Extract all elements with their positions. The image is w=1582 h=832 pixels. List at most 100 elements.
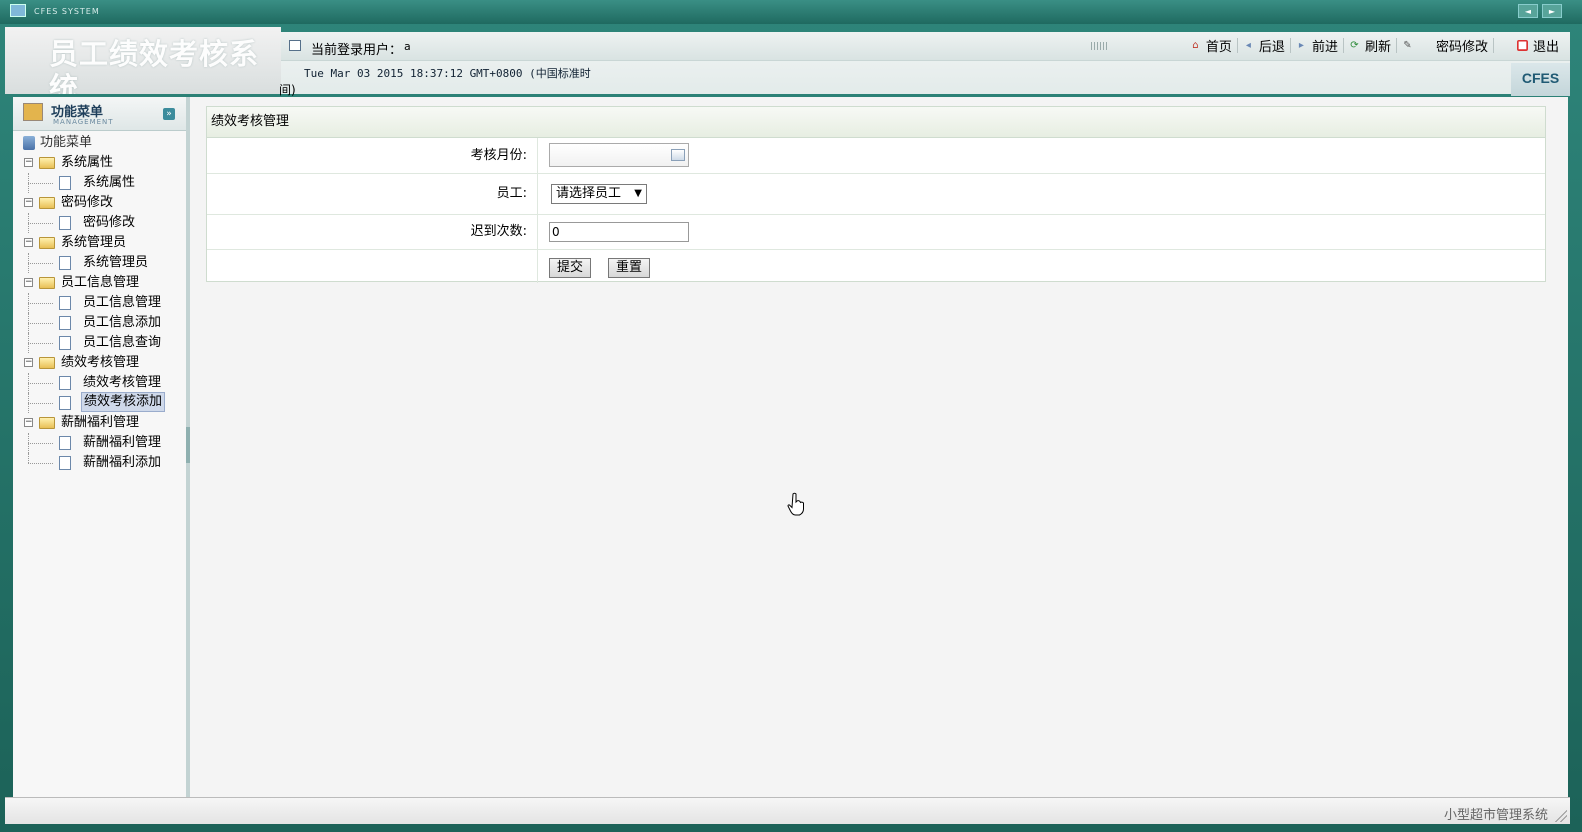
tree-line xyxy=(28,183,53,185)
tree-group-label: 系统管理员 xyxy=(61,235,127,250)
edit-icon: ✎ xyxy=(1403,40,1412,51)
late-count-label: 迟到次数: xyxy=(207,215,538,249)
tree-item-label[interactable]: 薪酬福利管理 xyxy=(81,433,163,453)
panel-title: 绩效考核管理 xyxy=(207,107,1545,138)
tree-group-admin[interactable]: − 系统管理员 xyxy=(21,233,181,253)
collapse-icon[interactable]: − xyxy=(24,278,33,287)
tree-group-system-properties[interactable]: − 系统属性 xyxy=(21,153,181,173)
menu-icon xyxy=(23,103,43,121)
window-prev-button[interactable]: ◄ xyxy=(1518,4,1538,18)
folder-icon xyxy=(39,417,55,429)
tree-item[interactable]: 员工信息添加 xyxy=(21,313,181,333)
tree-item-label[interactable]: 密码修改 xyxy=(81,213,137,233)
forward-icon: ▸ xyxy=(1298,40,1304,51)
calendar-icon[interactable] xyxy=(671,149,685,161)
refresh-icon: ⟳ xyxy=(1350,40,1359,51)
folder-icon xyxy=(39,237,55,249)
current-user-value: a xyxy=(404,40,411,53)
collapse-icon[interactable]: » xyxy=(163,108,175,120)
header-links: ⌂ 首页 ◂ 后退 ▸ 前进 ⟳ 刷新 ✎ 密码修改 ■ 退出 xyxy=(1185,38,1564,55)
folder-icon xyxy=(39,357,55,369)
grip-icon xyxy=(1091,42,1107,50)
change-password-link[interactable]: ✎ 密码修改 xyxy=(1397,38,1494,55)
tree-line xyxy=(28,263,53,265)
home-icon: ⌂ xyxy=(1192,40,1199,51)
home-link-label: 首页 xyxy=(1205,40,1232,55)
month-label: 考核月份: xyxy=(207,138,538,173)
tree-item[interactable]: 系统属性 xyxy=(21,173,181,193)
page-icon xyxy=(59,256,71,270)
tree-item[interactable]: 密码修改 xyxy=(21,213,181,233)
monitor-icon xyxy=(10,4,26,17)
status-text: 小型超市管理系统 xyxy=(1443,808,1548,823)
forward-link-label: 前进 xyxy=(1311,40,1338,55)
change-password-link-label: 密码修改 xyxy=(1435,40,1488,55)
employee-select[interactable]: 请选择员工 ▼ xyxy=(551,184,647,204)
tree-group-label: 员工信息管理 xyxy=(61,275,140,290)
form-panel: 绩效考核管理 考核月份: 员工: 请选择员工 ▼ 迟到次数: 0 提交 重置 xyxy=(206,106,1546,283)
user-icon xyxy=(289,40,301,51)
tree-item-label[interactable]: 绩效考核添加 xyxy=(81,392,166,412)
hand-cursor-icon xyxy=(787,492,804,516)
form-row-late: 迟到次数: 0 xyxy=(207,215,1545,250)
home-link[interactable]: ⌂ 首页 xyxy=(1185,38,1238,55)
logout-link[interactable]: ■ 退出 xyxy=(1512,38,1564,55)
window-next-button[interactable]: ► xyxy=(1542,4,1562,18)
tree-item[interactable]: 员工信息管理 xyxy=(21,293,181,313)
back-link[interactable]: ◂ 后退 xyxy=(1238,38,1291,55)
form-row-employee: 员工: 请选择员工 ▼ xyxy=(207,174,1545,215)
collapse-icon[interactable]: − xyxy=(24,358,33,367)
tree-item[interactable]: 员工信息查询 xyxy=(21,333,181,353)
page-icon xyxy=(59,316,71,330)
status-bar: 小型超市管理系统 xyxy=(5,797,1570,824)
page-icon xyxy=(59,376,71,390)
tree-item[interactable]: 绩效考核管理 xyxy=(21,373,181,393)
tree-item-selected[interactable]: 绩效考核添加 xyxy=(21,392,181,413)
tree-item-label[interactable]: 员工信息添加 xyxy=(81,313,163,333)
actions-label-cell xyxy=(207,250,538,283)
tree-group-salary[interactable]: − 薪酬福利管理 xyxy=(21,413,181,433)
tree-item-label[interactable]: 薪酬福利添加 xyxy=(81,453,163,473)
tree-line xyxy=(28,383,53,385)
tree-item-label[interactable]: 员工信息查询 xyxy=(81,333,163,353)
tree-item-label[interactable]: 绩效考核管理 xyxy=(81,373,163,393)
resize-grip-icon[interactable] xyxy=(1555,810,1567,822)
tree-group-label: 系统属性 xyxy=(61,155,114,170)
tree-item[interactable]: 系统管理员 xyxy=(21,253,181,273)
main-content: 绩效考核管理 考核月份: 员工: 请选择员工 ▼ 迟到次数: 0 提交 重置 xyxy=(190,97,1568,797)
tree-item-label[interactable]: 系统属性 xyxy=(81,173,137,193)
month-input[interactable] xyxy=(549,143,689,167)
employee-select-value: 请选择员工 xyxy=(556,186,622,201)
tree-line xyxy=(28,443,53,445)
late-count-input[interactable]: 0 xyxy=(549,222,689,242)
tree-root-label: 功能菜单 xyxy=(40,135,93,150)
tree-item[interactable]: 薪酬福利管理 xyxy=(21,433,181,453)
system-name: 员工绩效考核系统 xyxy=(49,37,260,94)
tree-item-label[interactable]: 系统管理员 xyxy=(81,253,150,273)
page-icon xyxy=(59,436,71,450)
collapse-icon[interactable]: − xyxy=(24,198,33,207)
sidebar: 功能菜单 MANAGEMENT » 功能菜单 − 系统属性 系统属性 − 密码修… xyxy=(13,97,187,797)
tree-item[interactable]: 薪酬福利添加 xyxy=(21,453,181,473)
tree-item-label[interactable]: 员工信息管理 xyxy=(81,293,163,313)
tree-root[interactable]: 功能菜单 xyxy=(21,133,181,153)
reset-button[interactable]: 重置 xyxy=(608,258,650,278)
submit-button[interactable]: 提交 xyxy=(549,258,591,278)
tree-group-password[interactable]: − 密码修改 xyxy=(21,193,181,213)
collapse-icon[interactable]: − xyxy=(24,238,33,247)
tree-group-employee-info[interactable]: − 员工信息管理 xyxy=(21,273,181,293)
tree-group-label: 绩效考核管理 xyxy=(61,355,140,370)
page-icon xyxy=(59,216,71,230)
tree-line xyxy=(28,453,30,463)
page-icon xyxy=(59,456,71,470)
computer-icon xyxy=(23,136,35,150)
refresh-link[interactable]: ⟳ 刷新 xyxy=(1344,38,1397,55)
window-title: CFES SYSTEM xyxy=(34,7,100,16)
collapse-icon[interactable]: − xyxy=(24,418,33,427)
forward-link[interactable]: ▸ 前进 xyxy=(1291,38,1344,55)
employee-label: 员工: xyxy=(207,174,538,214)
tree-line xyxy=(28,223,53,225)
tree-group-performance[interactable]: − 绩效考核管理 xyxy=(21,353,181,373)
page-icon xyxy=(59,396,71,410)
collapse-icon[interactable]: − xyxy=(24,158,33,167)
